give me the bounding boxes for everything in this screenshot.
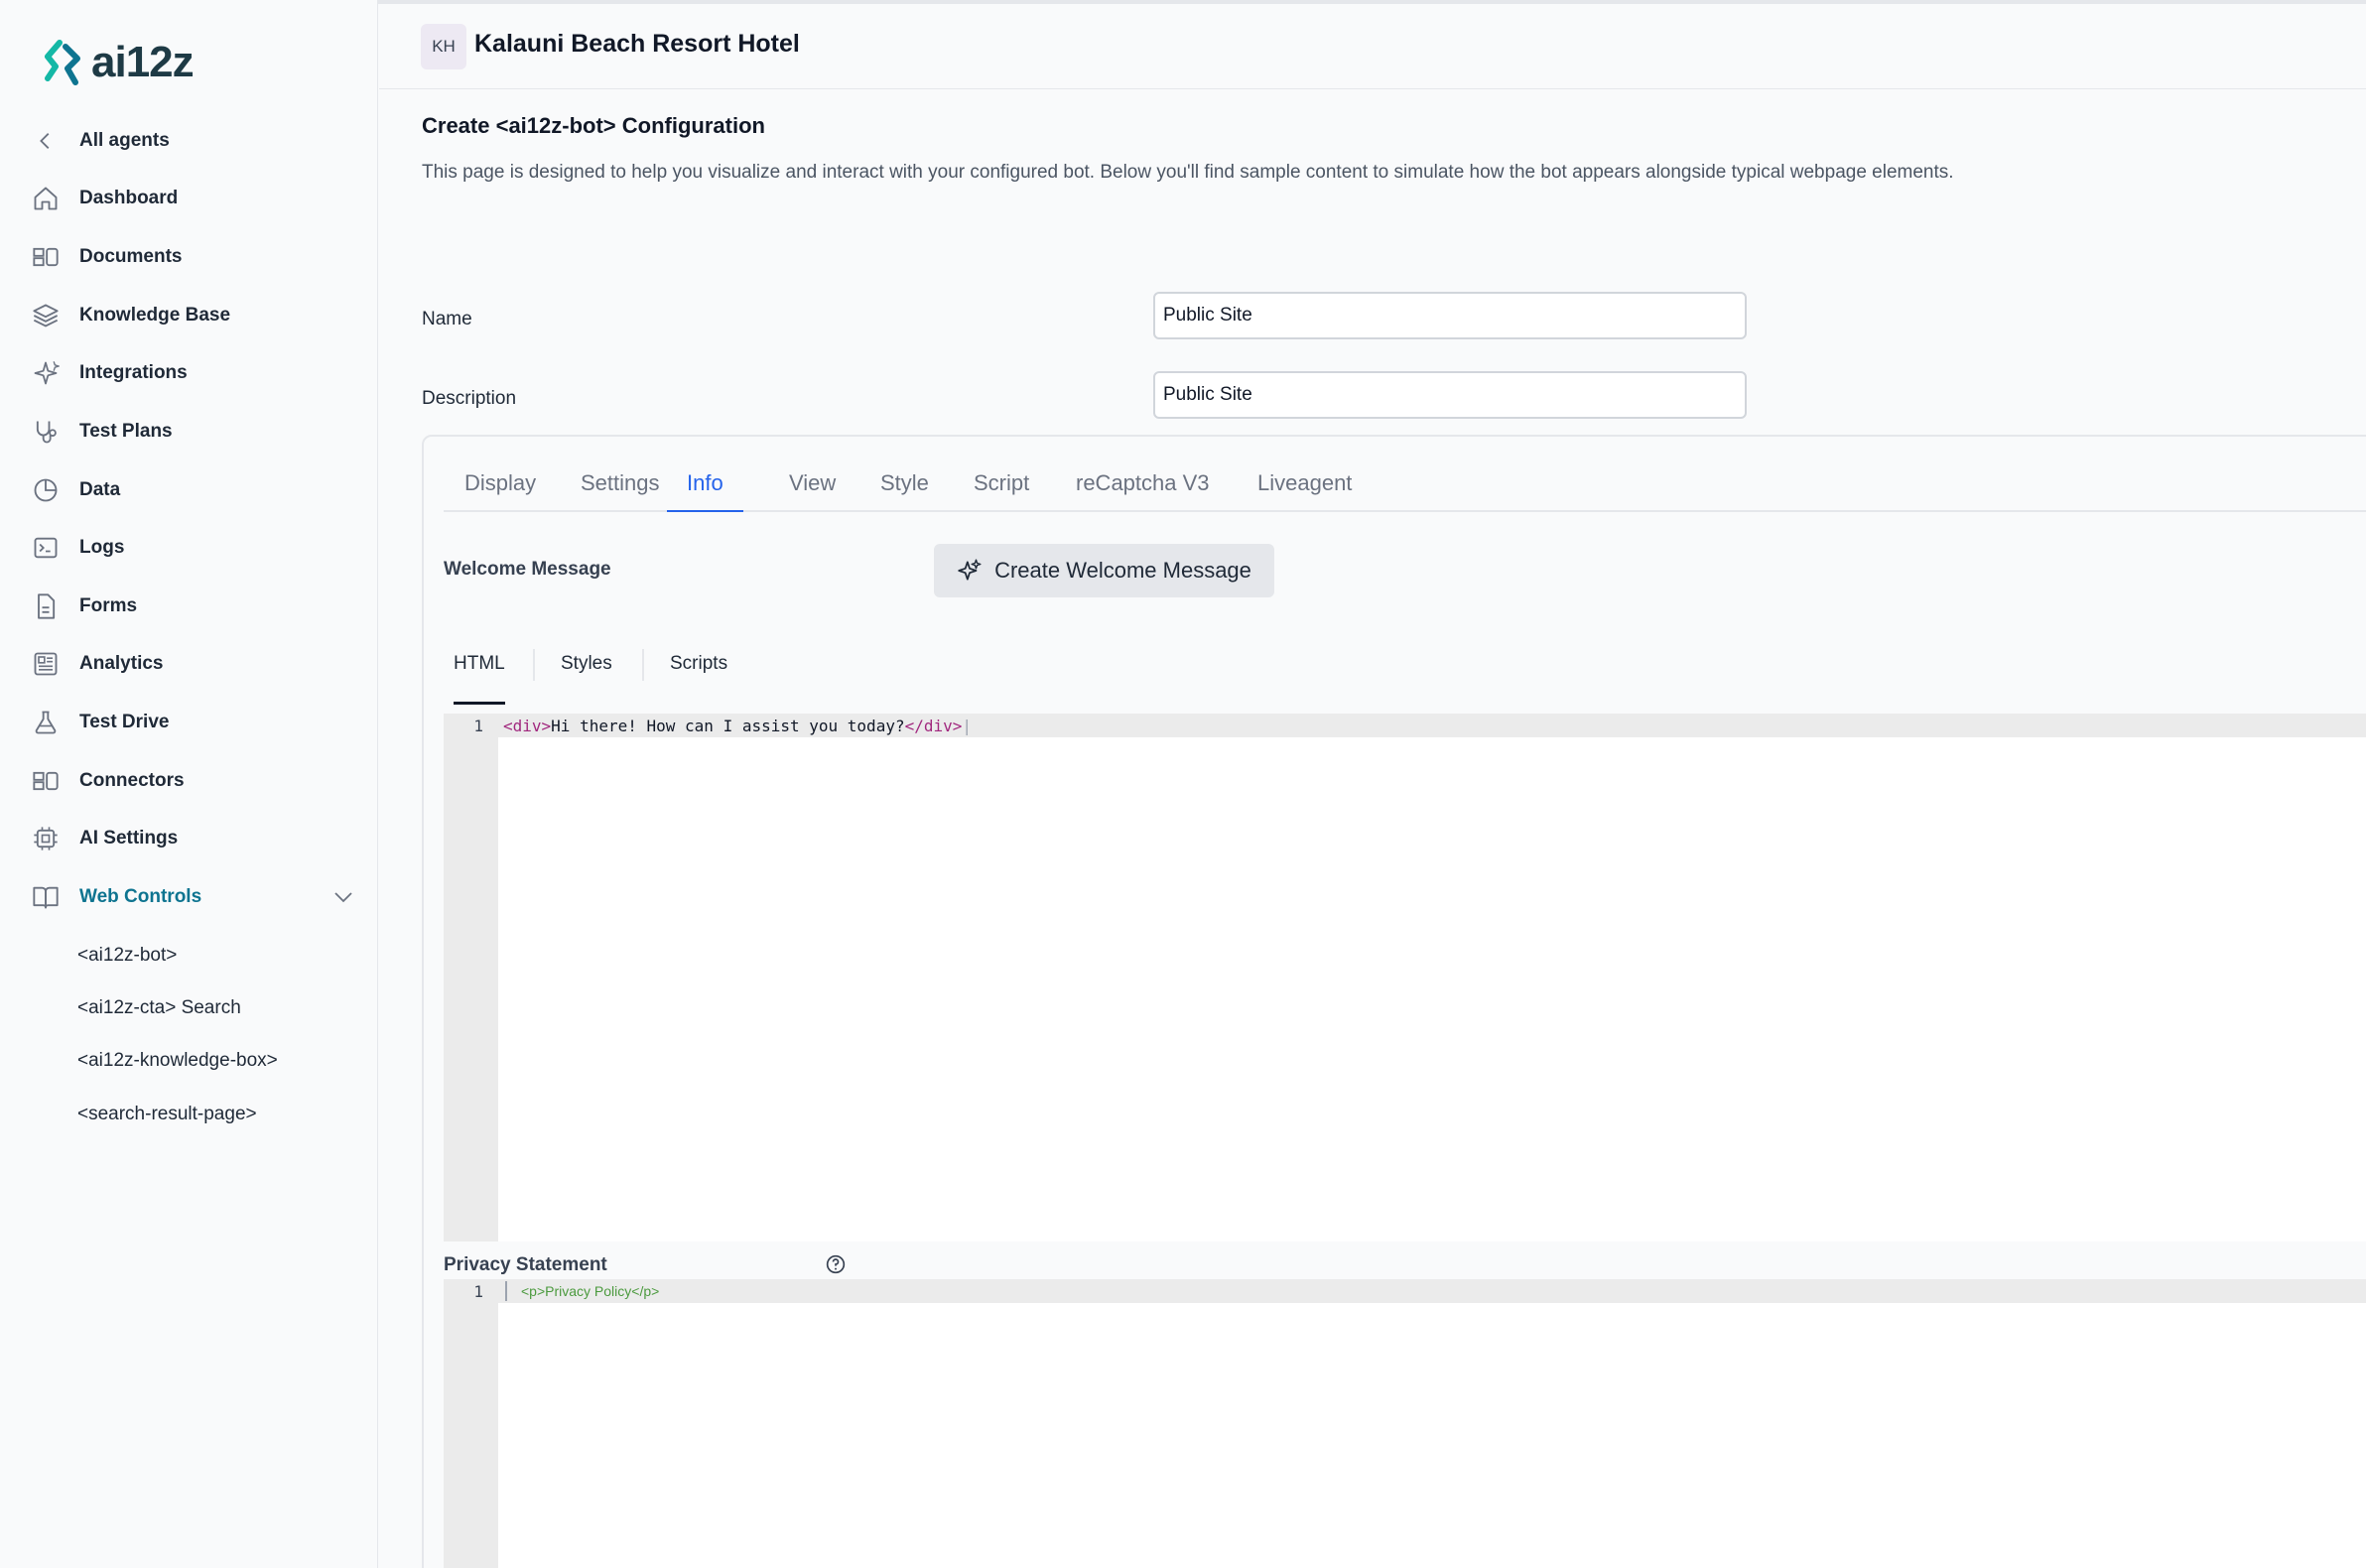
nav-label: All agents bbox=[79, 130, 170, 151]
nav-label: Test Plans bbox=[79, 421, 173, 442]
line-number: 1 bbox=[473, 1282, 483, 1301]
file-icon bbox=[28, 588, 64, 624]
nav-forms[interactable]: Forms bbox=[28, 582, 355, 631]
page-title: Create <ai12z-bot> Configuration bbox=[422, 113, 765, 138]
subtab-divider bbox=[533, 649, 535, 681]
nav-label: Forms bbox=[79, 595, 138, 616]
help-icon[interactable] bbox=[826, 1254, 846, 1279]
tab-style[interactable]: Style bbox=[880, 470, 929, 512]
privacy-statement-label: Privacy Statement bbox=[444, 1254, 607, 1275]
org-avatar[interactable]: KH bbox=[421, 24, 466, 69]
nav-label: Logs bbox=[79, 537, 125, 558]
nav-label: Test Drive bbox=[79, 712, 170, 732]
tab-settings[interactable]: Settings bbox=[581, 470, 660, 512]
book-icon bbox=[28, 879, 64, 915]
line-number: 1 bbox=[473, 717, 483, 735]
privacy-placeholder: <p>Privacy Policy</p> bbox=[521, 1283, 660, 1299]
button-label: Create Welcome Message bbox=[994, 558, 1251, 583]
sub-item-ai12z-cta-search[interactable]: <ai12z-cta> Search bbox=[77, 993, 241, 1023]
sparkles-icon bbox=[28, 355, 64, 391]
nav-data[interactable]: Data bbox=[28, 465, 355, 515]
chip-icon bbox=[28, 821, 64, 856]
nav-all-agents[interactable]: All agents bbox=[28, 116, 355, 166]
connectors-icon bbox=[28, 763, 64, 799]
logo-text: ai12z bbox=[91, 38, 195, 86]
nav-label: Connectors bbox=[79, 770, 185, 791]
nav-logs[interactable]: Logs bbox=[28, 523, 355, 573]
nav-label: Analytics bbox=[79, 653, 164, 674]
html-code-editor[interactable]: 1 <div>Hi there! How can I assist you to… bbox=[444, 714, 2366, 1241]
chevron-left-icon bbox=[28, 123, 64, 159]
create-welcome-message-button[interactable]: Create Welcome Message bbox=[934, 544, 1274, 597]
subtab-html[interactable]: HTML bbox=[454, 653, 505, 705]
code-line: <div>Hi there! How can I assist you toda… bbox=[503, 717, 973, 735]
subtab-styles[interactable]: Styles bbox=[561, 653, 612, 693]
tab-display[interactable]: Display bbox=[464, 470, 536, 512]
layers-icon bbox=[28, 298, 64, 333]
name-input[interactable] bbox=[1153, 292, 1747, 339]
nav-dashboard[interactable]: Dashboard bbox=[28, 174, 355, 223]
description-label: Description bbox=[422, 388, 517, 409]
sub-item-search-result-page[interactable]: <search-result-page> bbox=[77, 1100, 257, 1129]
nav-test-plans[interactable]: Test Plans bbox=[28, 407, 355, 457]
org-name: Kalauni Beach Resort Hotel bbox=[474, 30, 800, 58]
nav-label: AI Settings bbox=[79, 828, 179, 849]
tab-script[interactable]: Script bbox=[974, 470, 1029, 512]
nav-connectors[interactable]: Connectors bbox=[28, 756, 355, 806]
welcome-message-label: Welcome Message bbox=[444, 559, 611, 580]
nav-label: Integrations bbox=[79, 362, 188, 383]
documents-icon bbox=[28, 239, 64, 275]
nav-analytics[interactable]: Analytics bbox=[28, 639, 355, 689]
logo[interactable]: ai12z bbox=[38, 38, 195, 87]
newspaper-icon bbox=[28, 646, 64, 682]
config-tabs: Display Settings Info View Style Script … bbox=[444, 455, 2366, 512]
ai12z-logo-icon bbox=[45, 40, 80, 85]
sparkles-icon bbox=[957, 558, 983, 584]
nav-label: Web Controls bbox=[79, 886, 202, 907]
sidebar: ai12z All agents Dashboard Documents Kno… bbox=[0, 0, 378, 1568]
nav-test-drive[interactable]: Test Drive bbox=[28, 698, 355, 747]
pie-chart-icon bbox=[28, 472, 64, 508]
nav-label: Knowledge Base bbox=[79, 305, 231, 326]
description-input[interactable] bbox=[1153, 371, 1747, 419]
nav-web-controls[interactable]: Web Controls bbox=[28, 872, 355, 922]
text-cursor bbox=[505, 1281, 507, 1301]
active-line-highlight bbox=[444, 1279, 2366, 1303]
page-description: This page is designed to help you visual… bbox=[422, 162, 1954, 183]
home-icon bbox=[28, 181, 64, 216]
code-open-tag: <div> bbox=[503, 717, 552, 735]
nav-documents[interactable]: Documents bbox=[28, 232, 355, 282]
code-text: Hi there! How can I assist you today? bbox=[551, 717, 905, 735]
editor-gutter bbox=[444, 714, 498, 1241]
flask-icon bbox=[28, 705, 64, 740]
tab-liveagent[interactable]: Liveagent bbox=[1257, 470, 1352, 512]
nav-integrations[interactable]: Integrations bbox=[28, 348, 355, 398]
tab-view[interactable]: View bbox=[789, 470, 836, 512]
subtab-scripts[interactable]: Scripts bbox=[670, 653, 727, 693]
stethoscope-icon bbox=[28, 414, 64, 450]
nav-label: Dashboard bbox=[79, 188, 179, 208]
privacy-code-editor[interactable]: 1 <p>Privacy Policy</p> bbox=[444, 1279, 2366, 1568]
tab-recaptcha-v3[interactable]: reCaptcha V3 bbox=[1076, 470, 1210, 512]
nav-label: Documents bbox=[79, 246, 183, 267]
nav-ai-settings[interactable]: AI Settings bbox=[28, 814, 355, 863]
subtab-divider bbox=[642, 649, 644, 681]
top-header: KH Kalauni Beach Resort Hotel bbox=[379, 4, 2366, 89]
subtab-label: HTML bbox=[454, 653, 505, 674]
editor-gutter bbox=[444, 1279, 498, 1568]
sub-item-ai12z-bot[interactable]: <ai12z-bot> bbox=[77, 941, 177, 971]
terminal-icon bbox=[28, 530, 64, 566]
chevron-down-icon[interactable] bbox=[331, 885, 355, 914]
name-label: Name bbox=[422, 309, 472, 329]
nav-knowledge-base[interactable]: Knowledge Base bbox=[28, 291, 355, 340]
tab-info[interactable]: Info bbox=[667, 470, 743, 512]
code-close-tag: </div> bbox=[904, 717, 963, 735]
sub-item-ai12z-knowledge-box[interactable]: <ai12z-knowledge-box> bbox=[77, 1046, 278, 1076]
nav-label: Data bbox=[79, 479, 121, 500]
